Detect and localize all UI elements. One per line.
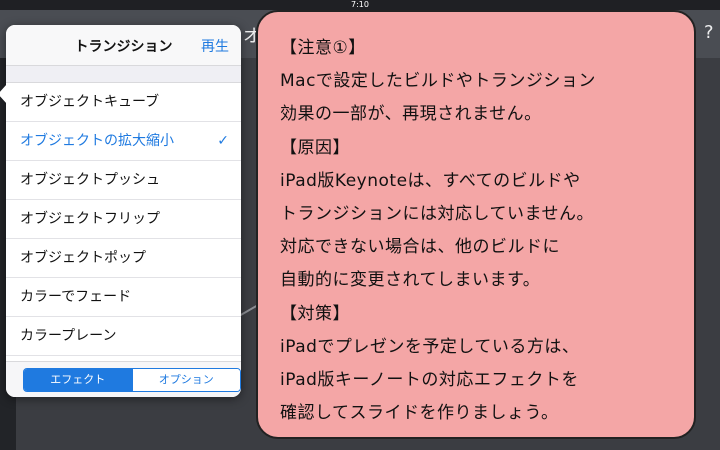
segmented-control: エフェクト オプション [23, 368, 241, 392]
checkmark-icon: ✓ [217, 133, 229, 149]
transition-item-label: オブジェクトキューブ [20, 94, 160, 110]
status-time: 7:10 [351, 0, 369, 9]
transition-item-label: オブジェクトプッシュ [20, 172, 160, 188]
note-line: iPad版キーノートの対応エフェクトを [280, 370, 579, 391]
tab-effect[interactable]: エフェクト [24, 369, 132, 391]
transition-item[interactable]: カラーでフェード [6, 278, 241, 317]
help-icon[interactable]: ? [704, 22, 714, 43]
transition-item-label: オブジェクトポップ [20, 250, 146, 266]
note-line: 効果の一部が、再現されません。 [280, 104, 542, 125]
note-line: iPad版Keynoteは、すべてのビルドや [280, 170, 581, 191]
note-line: 対応できない場合は、他のビルドに [280, 237, 560, 258]
transition-item[interactable]: オブジェクトキューブ [6, 83, 241, 122]
status-bar: 7:10 [0, 0, 720, 10]
transition-item[interactable]: オブジェクトプッシュ [6, 161, 241, 200]
popover-footer: エフェクト オプション [6, 361, 241, 397]
transition-item-label: オブジェクトの拡大縮小 [20, 133, 174, 149]
list-separator [6, 66, 241, 83]
note-line: 【原因】 [280, 137, 350, 158]
transition-list[interactable]: オブジェクトキューブ オブジェクトの拡大縮小 ✓ オブジェクトプッシュ オブジェクトフリ… [6, 83, 241, 364]
popover-arrow [0, 84, 7, 104]
transition-item-label: カラープレーン [20, 328, 117, 344]
transition-item[interactable]: オブジェクトポップ [6, 239, 241, 278]
note-line: 【注意①】 [280, 38, 366, 58]
transition-item[interactable]: カラープレーン [6, 317, 241, 356]
note-line: iPadでプレゼンを予定している方は、 [280, 336, 580, 357]
note-line: Macで設定したビルドやトランジション [280, 71, 596, 92]
play-button[interactable]: 再生 [201, 36, 229, 56]
note-callout: 【注意①】 Macで設定したビルドやトランジション 効果の一部が、再現されません… [256, 10, 696, 439]
transition-popover: トランジション 再生 オブジェクトキューブ オブジェクトの拡大縮小 ✓ オブジェクトプ… [6, 25, 241, 397]
note-line: 自動的に変更されてしまいます。 [280, 270, 541, 291]
transition-item[interactable]: オブジェクトフリップ [6, 200, 241, 239]
note-line: トランジションには対応していません。 [280, 204, 594, 225]
popover-header: トランジション 再生 [6, 25, 241, 66]
note-line: 【対策】 [280, 303, 350, 324]
transition-item[interactable]: オブジェクトの拡大縮小 ✓ [6, 122, 241, 161]
note-line: 確認してスライドを作りましょう。 [280, 403, 559, 424]
transition-item-label: オブジェクトフリップ [20, 211, 160, 227]
tab-options[interactable]: オプション [131, 369, 240, 391]
transition-item-label: カラーでフェード [20, 289, 132, 305]
